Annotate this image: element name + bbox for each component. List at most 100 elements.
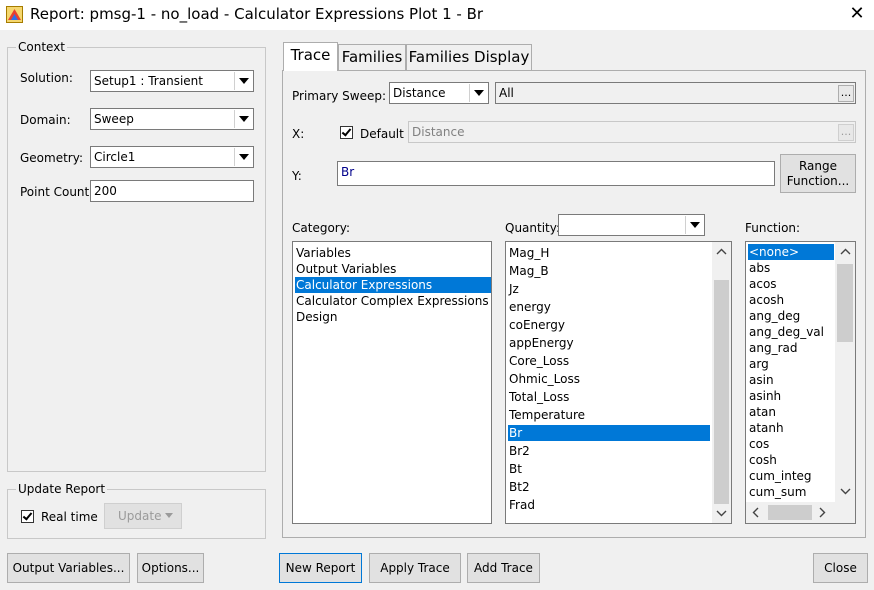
scroll-up-icon[interactable] (716, 248, 727, 255)
list-item[interactable]: Mag_B (508, 263, 549, 279)
list-item[interactable]: asin (748, 372, 774, 388)
list-item[interactable]: Bt2 (508, 479, 530, 495)
update-button-label: Update (118, 509, 162, 523)
category-list[interactable]: Variables Output Variables Calculator Ex… (292, 241, 492, 524)
list-item[interactable]: ang_deg (748, 308, 800, 324)
list-item[interactable]: cos (748, 436, 769, 452)
chevron-down-icon[interactable] (234, 110, 252, 128)
function-label: Function: (745, 221, 801, 235)
list-item[interactable]: <none> (748, 244, 834, 260)
list-item[interactable]: Output Variables (295, 261, 396, 277)
quantity-list[interactable]: Mag_H Mag_B Jz energy coEnergy appEnergy… (505, 241, 732, 524)
quantity-filter-dropdown[interactable] (558, 214, 705, 236)
x-expression-input[interactable]: Distance (408, 121, 856, 143)
list-item[interactable]: Design (295, 309, 337, 325)
scroll-thumb[interactable] (714, 280, 729, 504)
tab-families[interactable]: Families (338, 44, 406, 70)
geometry-label: Geometry: (20, 151, 84, 165)
sweep-range-browse-button[interactable]: ... (838, 85, 854, 102)
point-count-label: Point Count: (20, 185, 94, 199)
window-close-icon[interactable]: ✕ (846, 4, 868, 26)
x-expression-value: Distance (412, 125, 465, 139)
scroll-down-icon[interactable] (840, 488, 851, 495)
scroll-thumb[interactable] (768, 505, 812, 520)
solution-dropdown[interactable]: Setup1 : Transient (90, 70, 254, 92)
chevron-down-icon[interactable] (234, 148, 252, 166)
chevron-down-icon[interactable] (469, 84, 487, 102)
scroll-right-icon[interactable] (819, 507, 826, 518)
tab-trace[interactable]: Trace (283, 42, 338, 71)
list-item[interactable]: ang_deg_val (748, 324, 824, 340)
list-item[interactable]: Core_Loss (508, 353, 569, 369)
close-label: Close (824, 561, 857, 575)
apply-trace-label: Apply Trace (380, 561, 450, 575)
list-item[interactable]: energy (508, 299, 551, 315)
solution-label: Solution: (20, 71, 73, 85)
list-item[interactable]: cum_sum (748, 484, 806, 500)
tab-families-display[interactable]: Families Display (406, 44, 532, 70)
list-item[interactable]: Br2 (508, 443, 530, 459)
list-item[interactable]: Temperature (508, 407, 585, 423)
list-item[interactable]: atan (748, 404, 776, 420)
close-button[interactable]: Close (813, 553, 868, 583)
chevron-down-icon[interactable] (234, 72, 252, 90)
list-item[interactable]: Mag_H (508, 245, 549, 261)
scroll-left-icon[interactable] (752, 507, 759, 518)
update-dropdown-icon[interactable] (165, 513, 173, 518)
point-count-input[interactable]: 200 (90, 180, 254, 202)
realtime-checkbox[interactable] (21, 510, 34, 523)
chevron-down-icon[interactable] (685, 216, 703, 234)
output-variables-button[interactable]: Output Variables... (7, 553, 130, 583)
update-button[interactable]: Update (104, 503, 182, 529)
list-item[interactable]: cosh (748, 452, 777, 468)
primary-sweep-range-value: All (499, 86, 514, 100)
function-vscrollbar[interactable] (835, 242, 855, 502)
point-count-value: 200 (94, 184, 117, 198)
list-item[interactable]: Variables (295, 245, 351, 261)
default-checkbox[interactable] (340, 126, 353, 139)
geometry-dropdown[interactable]: Circle1 (90, 146, 254, 168)
list-item[interactable]: Br (508, 425, 710, 441)
list-item[interactable]: Ohmic_Loss (508, 371, 580, 387)
list-item[interactable]: acos (748, 276, 777, 292)
function-hscrollbar[interactable] (746, 502, 855, 523)
list-item[interactable]: arg (748, 356, 769, 372)
list-item[interactable]: atanh (748, 420, 784, 436)
scroll-down-icon[interactable] (716, 510, 727, 517)
list-item[interactable]: abs (748, 260, 770, 276)
list-item[interactable]: acosh (748, 292, 784, 308)
apply-trace-button[interactable]: Apply Trace (369, 553, 461, 583)
domain-value: Sweep (94, 112, 134, 126)
add-trace-label: Add Trace (474, 561, 533, 575)
list-item[interactable]: Jz (508, 281, 519, 297)
window-title: Report: pmsg-1 - no_load - Calculator Ex… (30, 5, 484, 23)
options-label: Options... (141, 561, 200, 575)
list-item[interactable]: coEnergy (508, 317, 565, 333)
domain-dropdown[interactable]: Sweep (90, 108, 254, 130)
range-function-button[interactable]: Range Function... (780, 154, 856, 193)
scroll-up-icon[interactable] (840, 248, 851, 255)
solution-value: Setup1 : Transient (94, 74, 203, 88)
geometry-value: Circle1 (94, 150, 136, 164)
y-expression-value: Br (341, 165, 355, 179)
new-report-button[interactable]: New Report (279, 553, 362, 583)
add-trace-button[interactable]: Add Trace (467, 553, 540, 583)
x-browse-button[interactable]: ... (838, 124, 854, 141)
range-function-label: Range Function... (786, 158, 850, 188)
scroll-thumb[interactable] (837, 264, 853, 342)
list-item[interactable]: Bt (508, 461, 522, 477)
list-item[interactable]: asinh (748, 388, 781, 404)
list-item[interactable]: Frad (508, 497, 535, 513)
y-expression-input[interactable]: Br (337, 161, 775, 186)
list-item[interactable]: Calculator Complex Expressions (295, 293, 489, 309)
list-item[interactable]: cum_integ (748, 468, 812, 484)
list-item[interactable]: Calculator Expressions (295, 277, 491, 293)
list-item[interactable]: ang_rad (748, 340, 797, 356)
update-report-label: Update Report (16, 482, 108, 496)
primary-sweep-dropdown[interactable]: Distance (389, 82, 489, 104)
list-item[interactable]: appEnergy (508, 335, 574, 351)
options-button[interactable]: Options... (137, 553, 204, 583)
quantity-scrollbar[interactable] (712, 242, 731, 523)
list-item[interactable]: Total_Loss (508, 389, 569, 405)
function-list[interactable]: <none> abs acos acosh ang_deg ang_deg_va… (745, 241, 856, 524)
